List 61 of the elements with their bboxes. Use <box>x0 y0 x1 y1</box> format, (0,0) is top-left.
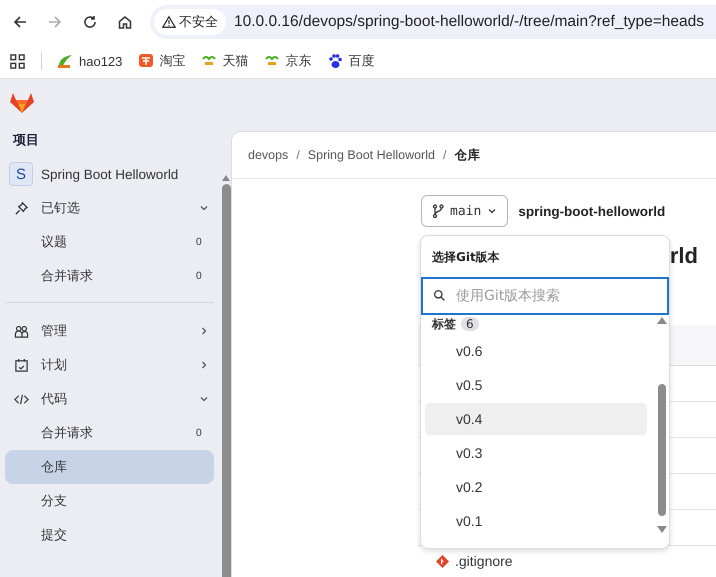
tag-option[interactable]: v0.5 <box>425 369 647 401</box>
nav-item[interactable]: 议题 0 <box>5 225 214 259</box>
nav-group[interactable]: 管理 <box>5 314 221 348</box>
nav-item[interactable]: 合并请求 0 <box>5 259 214 293</box>
nav-item[interactable]: 合并请求 0 <box>5 416 214 450</box>
reload-icon[interactable] <box>82 14 98 30</box>
git-file-icon <box>436 554 449 568</box>
tag-option[interactable]: v0.1 <box>425 505 647 537</box>
scroll-down-arrow-icon[interactable] <box>657 526 667 533</box>
scrollbar-thumb[interactable] <box>658 384 666 516</box>
branch-icon <box>432 204 444 218</box>
bookmark[interactable]: 京东 <box>264 52 312 70</box>
calendar-icon <box>14 358 29 372</box>
home-icon[interactable] <box>117 14 133 30</box>
dropdown-title: 选择Git版本 <box>431 249 501 266</box>
nav-group[interactable]: 代码 <box>5 382 221 416</box>
chevron-down-icon <box>487 206 498 216</box>
nav-group[interactable]: 计划 <box>5 348 221 382</box>
bookmark[interactable]: 天猫 <box>201 52 248 70</box>
back-icon[interactable] <box>12 14 28 30</box>
search-field[interactable]: 使用Git版本搜索 <box>421 277 669 315</box>
nav-item[interactable]: 分支 <box>5 484 214 518</box>
forward-icon[interactable] <box>47 14 63 30</box>
address-bar[interactable]: 不安全 10.0.0.16/devops/spring-boot-helloworld/-/tree/main?ref_type=heads <box>150 5 716 39</box>
bookmark[interactable]: 淘宝 <box>138 52 186 70</box>
section-label: 标签 <box>432 316 456 332</box>
breadcrumb-separator: / <box>442 148 446 162</box>
count-badge: 6 <box>461 317 479 331</box>
scroll-up-arrow-icon[interactable] <box>222 175 230 181</box>
tag-option[interactable]: v0.2 <box>425 471 647 503</box>
scroll-up-arrow-icon[interactable] <box>657 317 667 324</box>
leaf-icon <box>56 53 74 69</box>
breadcrumb-separator: / <box>296 148 300 162</box>
tag-option[interactable]: v0.6 <box>425 335 647 367</box>
scrollbar-thumb[interactable] <box>222 184 230 577</box>
breadcrumb-link[interactable]: devops <box>248 148 288 162</box>
apps-icon[interactable] <box>10 54 25 68</box>
breadcrumb-link[interactable]: Spring Boot Helloworld <box>308 148 435 162</box>
repository-name: spring-boot-helloworld <box>518 204 666 218</box>
people-icon <box>14 324 29 338</box>
page-heading: rld <box>670 243 698 269</box>
nav-item[interactable]: 提交 <box>5 518 214 552</box>
nav-group[interactable]: 已钉选 <box>5 191 221 225</box>
bookmark[interactable]: hao123 <box>56 53 122 69</box>
fox-logo-icon[interactable] <box>10 92 34 114</box>
security-indicator[interactable]: 不安全 <box>154 9 226 35</box>
file-link[interactable]: .gitignore <box>455 553 513 569</box>
bookmark[interactable]: 百度 <box>327 52 374 70</box>
square-logo-icon <box>138 53 154 69</box>
project-name: Spring Boot Helloworld <box>41 166 178 182</box>
pin-icon <box>14 200 29 216</box>
project-link[interactable]: S Spring Boot Helloworld <box>5 157 221 191</box>
paw-icon <box>327 53 344 69</box>
project-avatar: S <box>9 162 33 186</box>
search-icon <box>433 289 446 302</box>
nav-item[interactable]: 仓库 <box>5 450 214 484</box>
tag-option[interactable]: v0.3 <box>425 437 647 469</box>
branch-dropdown[interactable]: main <box>421 195 508 227</box>
breadcrumb-link[interactable]: 仓库 <box>454 146 480 164</box>
tag-option[interactable]: v0.4 <box>425 403 647 435</box>
section-title: 项目 <box>13 132 40 149</box>
